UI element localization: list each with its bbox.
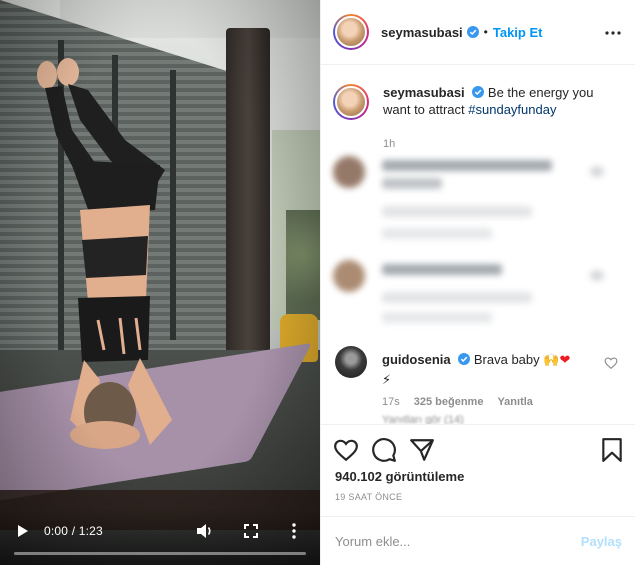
comment-meta: 17s 325 beğenme Yanıtla	[382, 396, 533, 408]
comment-icon[interactable]	[371, 437, 397, 463]
blurred-text	[382, 228, 492, 239]
caption-time: 1h	[383, 138, 396, 150]
comment-time: 17s	[382, 396, 400, 408]
video-progress-bar[interactable]	[14, 552, 306, 555]
video-time: 0:00 / 1:23	[44, 524, 103, 538]
comment-text: guidosenia Brava baby 🙌❤ ⚡	[382, 350, 587, 390]
caption-hashtag[interactable]: #sundayfunday	[468, 102, 556, 117]
blurred-text	[382, 160, 552, 171]
more-vertical-icon[interactable]	[289, 522, 299, 540]
blurred-text	[382, 292, 532, 303]
post-side-panel: seymasubasi • Takip Et seymasubasi Be th…	[320, 0, 635, 565]
post-header: seymasubasi • Takip Et	[321, 0, 635, 65]
caption-username[interactable]: seymasubasi	[383, 85, 465, 100]
comment-heart-icon[interactable]	[604, 356, 618, 370]
blurred-replies	[333, 312, 628, 326]
avatar[interactable]	[333, 84, 369, 120]
follow-button[interactable]: Takip Et	[493, 25, 543, 40]
blurred-text	[382, 206, 532, 217]
reply-button[interactable]: Yanıtla	[497, 396, 532, 408]
comment-username[interactable]: guidosenia	[382, 352, 451, 367]
blurred-text	[382, 312, 492, 323]
header-separator: •	[483, 25, 488, 39]
views-count[interactable]: 940.102 görüntüleme	[335, 469, 464, 484]
fullscreen-icon[interactable]	[244, 524, 258, 538]
comment-likes[interactable]: 325 beğenme	[414, 396, 484, 408]
avatar	[333, 260, 365, 292]
comments-list[interactable]: seymasubasi Be the energy you want to at…	[321, 66, 635, 424]
video-player[interactable]: 0:00 / 1:23	[0, 0, 320, 565]
post-comment-button[interactable]: Paylaş	[581, 534, 622, 549]
verified-badge-icon	[458, 353, 471, 365]
lightning-emoji: ⚡	[382, 373, 392, 388]
verified-badge-icon	[472, 86, 485, 98]
header-username[interactable]: seymasubasi	[381, 25, 463, 40]
heart-icon[interactable]	[333, 437, 359, 463]
more-horizontal-icon[interactable]	[604, 24, 622, 42]
avatar	[333, 156, 365, 188]
comment-input[interactable]	[335, 533, 565, 549]
post-time: 19 SAAT ÖNCE	[335, 492, 403, 502]
blurred-text	[382, 178, 442, 189]
video-vignette	[0, 0, 320, 565]
view-replies[interactable]: Yanıtları gör (14)	[382, 414, 464, 424]
send-icon[interactable]	[409, 437, 435, 463]
video-controls: 0:00 / 1:23	[0, 509, 320, 565]
red-heart-emoji: ❤	[559, 353, 571, 368]
play-icon[interactable]	[16, 524, 30, 538]
blurred-text	[382, 264, 502, 275]
add-comment-bar: Paylaş	[321, 516, 635, 565]
blurred-comment	[333, 156, 628, 226]
bookmark-icon[interactable]	[599, 437, 625, 463]
volume-icon[interactable]	[196, 523, 214, 539]
caption-text: seymasubasi Be the energy you want to at…	[383, 84, 613, 120]
blurred-like	[590, 270, 604, 281]
blurred-like	[590, 166, 604, 177]
avatar[interactable]	[335, 346, 367, 378]
avatar[interactable]	[333, 14, 369, 50]
verified-badge-icon	[466, 26, 479, 38]
comment-body: Brava baby	[473, 352, 540, 367]
instagram-post: 0:00 / 1:23 seymasubasi • Takip Et seyma…	[0, 0, 635, 565]
post-caption: seymasubasi Be the energy you want to at…	[333, 84, 623, 120]
blurred-replies	[333, 228, 628, 242]
raising-hands-emoji: 🙌	[543, 353, 560, 368]
post-actions: 940.102 görüntüleme 19 SAAT ÖNCE	[321, 424, 635, 524]
